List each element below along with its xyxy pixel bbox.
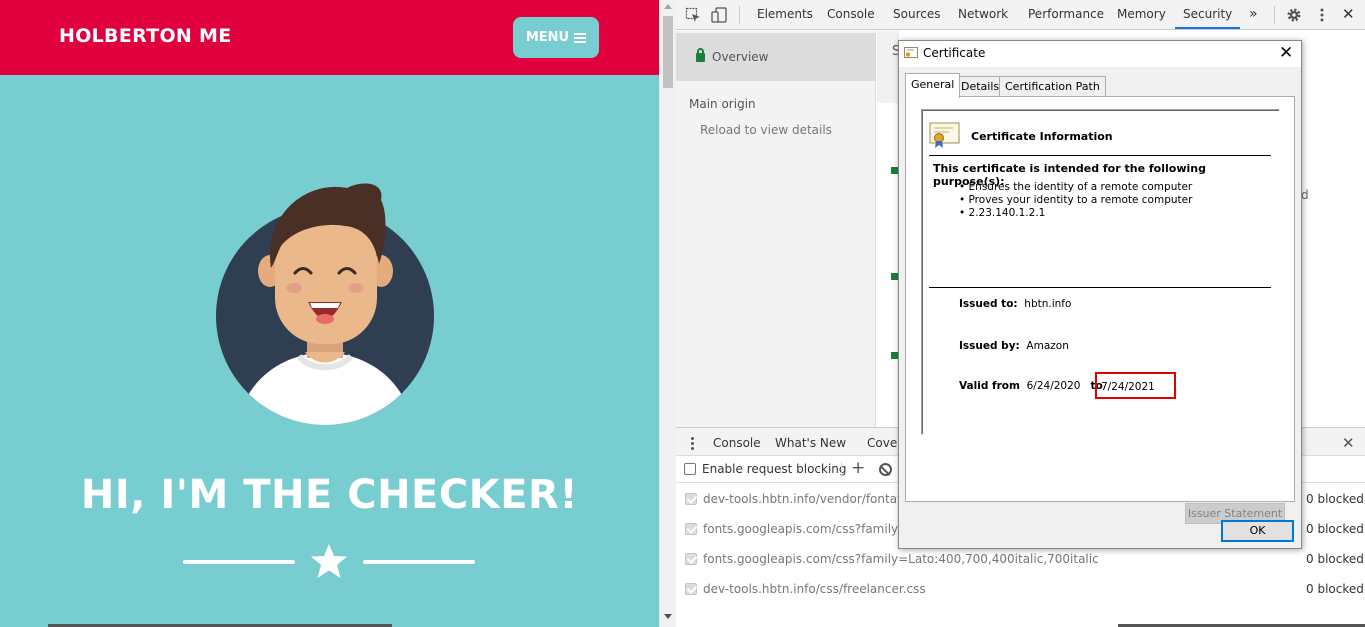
close-devtools-icon[interactable]: ✕ [1340,0,1357,29]
scrollbar-thumb[interactable] [663,16,673,88]
hero-title: HI, I'M THE CHECKER! [80,472,579,518]
pattern-url: dev-tools.hbtn.info/css/freelancer.css [703,582,926,596]
enable-request-blocking-label[interactable]: Enable request blocking [702,462,847,476]
tab-certification-path[interactable]: Certification Path [999,76,1106,97]
security-sidebar: Overview Main origin Reload to view deta… [676,31,876,427]
blocked-pattern-row: dev-tools.hbtn.info/css/freelancer.css 0… [676,574,1365,604]
tab-security[interactable]: Security [1175,0,1241,29]
star-divider [183,543,475,579]
close-dialog-icon[interactable]: ✕ [1279,43,1293,63]
lock-icon [696,48,705,62]
tab-network[interactable]: Network [956,0,1010,29]
dialog-title: Certificate [923,46,986,60]
device-toolbar-icon[interactable] [711,7,727,23]
divider-line-left [183,560,295,564]
purpose-item: • Ensures the identity of a remote compu… [959,181,1193,193]
security-overview-item[interactable]: Overview [676,33,876,81]
certificate-icon [904,47,918,58]
security-text-fragment: d [1301,188,1309,202]
issued-to-row: Issued to: hbtn.info [959,298,1072,310]
blocked-count: 0 blocked [1306,552,1364,566]
tab-elements[interactable]: Elements [755,0,815,29]
certificate-info-heading: Certificate Information [971,130,1113,143]
pattern-checkbox[interactable] [685,493,697,505]
clear-patterns-icon[interactable] [879,463,892,476]
valid-from-value: 6/24/2020 [1026,380,1081,392]
certificate-info-box: Certificate Information This certificate… [921,109,1280,435]
validity-row: Valid from 6/24/2020 to [959,380,1103,392]
add-pattern-icon[interactable]: + [851,458,865,478]
issued-by-row: Issued by: Amazon [959,340,1069,352]
blocked-count: 0 blocked [1306,492,1364,506]
secure-indicator-icon [891,352,898,359]
pattern-checkbox[interactable] [685,553,697,565]
close-drawer-icon[interactable]: ✕ [1342,434,1355,452]
menu-label: MENU [525,30,570,45]
drawer-tab-coverage[interactable]: Cover [867,436,902,450]
inspect-element-icon[interactable] [685,7,701,23]
devtools-tab-bar: Elements Console Sources Network Perform… [676,0,1365,30]
avatar-illustration [216,183,434,425]
site-brand[interactable]: HOLBERTON ME [59,25,232,47]
blocked-count: 0 blocked [1306,522,1364,536]
tab-sources[interactable]: Sources [891,0,942,29]
more-options-icon[interactable] [1314,7,1330,23]
scroll-down-arrow-icon[interactable] [664,614,672,619]
star-icon [311,544,347,578]
enable-request-blocking-checkbox[interactable] [684,463,696,475]
valid-to-highlight: 7/24/2021 [1095,372,1176,399]
site-header: HOLBERTON ME MENU [0,0,659,75]
tab-general[interactable]: General [905,73,961,98]
tab-console[interactable]: Console [825,0,877,29]
issued-by-value: Amazon [1026,340,1069,352]
certificate-badge-icon [929,122,960,148]
issued-to-value: hbtn.info [1024,298,1072,310]
secure-indicator-icon [891,273,898,280]
overview-label: Overview [712,50,769,64]
secure-indicator-icon [891,167,898,174]
hamburger-icon [574,31,587,45]
more-tabs-icon[interactable]: » [1247,0,1260,29]
drawer-tab-whats-new[interactable]: What's New [775,436,846,450]
pattern-url: fonts.googleapis.com/css?family=Lato:400… [703,552,1099,566]
reload-hint[interactable]: Reload to view details [700,123,832,137]
settings-gear-icon[interactable] [1286,7,1302,23]
website-scrollbar[interactable] [659,0,676,627]
ok-button[interactable]: OK [1221,520,1294,542]
purpose-item: • 2.23.140.1.2.1 [959,207,1046,219]
purpose-item: • Proves your identity to a remote compu… [959,194,1193,206]
scroll-up-arrow-icon[interactable] [664,4,672,9]
pattern-checkbox[interactable] [685,523,697,535]
drawer-tab-console[interactable]: Console [713,436,761,450]
dialog-title-bar[interactable]: Certificate ✕ [899,41,1301,67]
blocked-count: 0 blocked [1306,582,1364,596]
certificate-dialog: Certificate ✕ General Details Certificat… [898,40,1302,549]
main-origin-label: Main origin [689,97,756,111]
website-pane: HOLBERTON ME MENU HI, I'M THE CHECKER! [0,0,659,627]
menu-button[interactable]: MENU [513,17,599,58]
drawer-menu-icon[interactable] [691,437,694,452]
general-tab-panel: Certificate Information This certificate… [905,96,1295,524]
tab-performance[interactable]: Performance [1026,0,1106,29]
valid-to-value: 7/24/2021 [1101,381,1155,393]
tab-memory[interactable]: Memory [1115,0,1168,29]
divider-line-right [363,560,475,564]
tab-details[interactable]: Details [955,76,1006,97]
pattern-checkbox[interactable] [685,583,697,595]
